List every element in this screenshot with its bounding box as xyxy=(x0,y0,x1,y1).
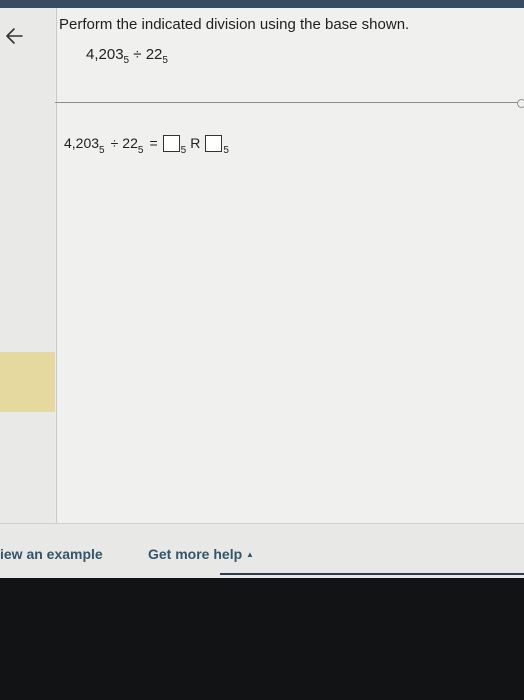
back-arrow-icon[interactable] xyxy=(4,22,24,50)
remainder-input[interactable] xyxy=(205,135,223,152)
division-operator: ÷ xyxy=(133,46,142,63)
remainder-base: 5 xyxy=(223,145,229,156)
answer-divisor-base: 5 xyxy=(137,145,144,156)
dividend: 4,203 xyxy=(86,46,124,63)
dark-bottom-area xyxy=(0,578,524,700)
top-strip xyxy=(0,0,524,8)
answer-divisor: 22 xyxy=(122,135,138,151)
dividend-base: 5 xyxy=(123,55,130,66)
question-prompt: Perform the indicated division using the… xyxy=(59,16,410,33)
remainder-label: R xyxy=(190,135,201,151)
answer-equation: 4,203 5 ÷ 22 5 = 5 R 5 xyxy=(64,135,231,156)
caret-up-icon: ▲ xyxy=(246,550,254,559)
get-more-help-label: Get more help xyxy=(148,546,243,562)
equals-sign: = xyxy=(149,135,158,151)
divisor-base: 5 xyxy=(162,55,168,66)
divider-handle-icon[interactable] xyxy=(517,99,524,108)
answer-division-operator: ÷ xyxy=(110,135,119,151)
problem-expression: 4,2035 ÷ 225 xyxy=(86,46,168,66)
divisor: 22 xyxy=(145,46,163,63)
get-more-help-link[interactable]: Get more help ▲ xyxy=(148,546,254,562)
left-rail-highlight xyxy=(0,352,55,412)
left-rail xyxy=(0,8,55,523)
section-divider xyxy=(55,102,519,103)
quotient-base: 5 xyxy=(180,145,187,156)
view-example-link[interactable]: iew an example xyxy=(0,546,103,562)
answer-dividend-base: 5 xyxy=(99,145,105,156)
help-underline xyxy=(220,573,524,575)
answer-dividend: 4,203 xyxy=(64,135,100,151)
quotient-input[interactable] xyxy=(162,135,180,152)
content-panel xyxy=(57,8,524,523)
